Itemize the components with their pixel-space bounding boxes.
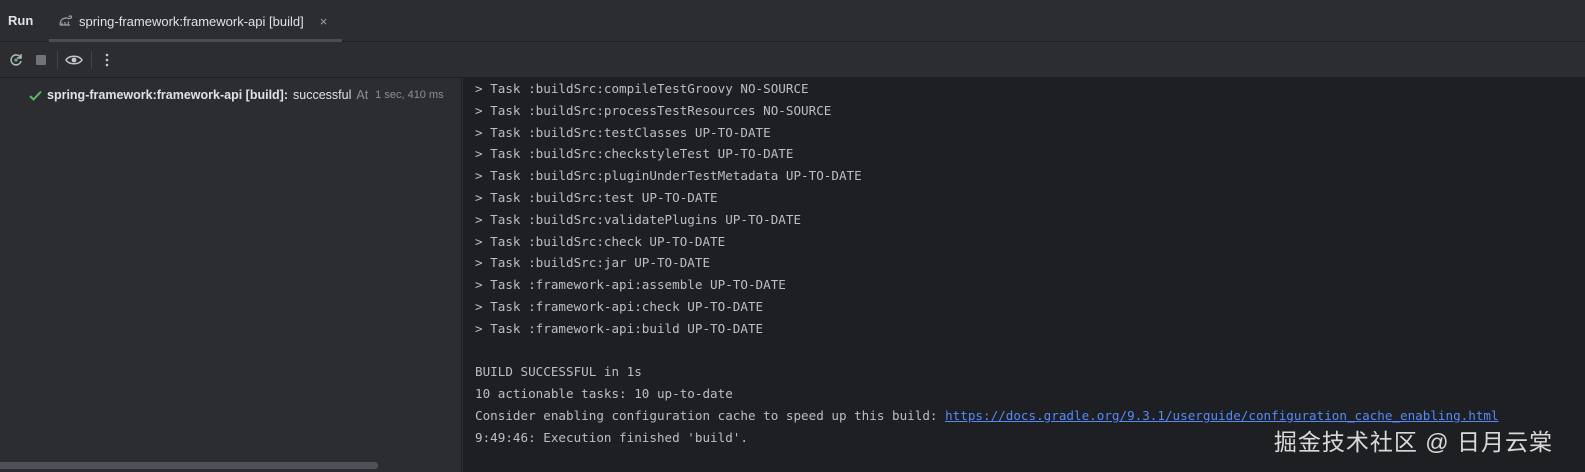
console-line: > Task :framework-api:check UP-TO-DATE xyxy=(475,298,764,314)
console-line: > Task :buildSrc:testClasses UP-TO-DATE xyxy=(475,124,771,140)
console-output[interactable]: > Task :buildSrc:compileTestGroovy NO-SO… xyxy=(463,78,1585,472)
horizontal-scrollbar[interactable] xyxy=(0,462,378,469)
gradle-icon xyxy=(59,14,73,28)
toolbar-separator xyxy=(91,51,92,69)
eye-icon[interactable] xyxy=(64,50,84,70)
tree-item-at: At xyxy=(356,88,369,102)
console-line: > Task :buildSrc:pluginUnderTestMetadata… xyxy=(475,168,862,184)
rerun-icon[interactable] xyxy=(6,50,26,70)
watermark: 掘金技术社区 @ 日月云棠 xyxy=(1273,429,1553,455)
run-toolbar xyxy=(0,42,1585,78)
run-title: Run xyxy=(8,13,34,28)
console-line: > Task :buildSrc:processTestResources NO… xyxy=(475,102,832,118)
console-line: > Task :buildSrc:check UP-TO-DATE xyxy=(475,233,726,249)
build-tree-panel: spring-framework:framework-api [build]: … xyxy=(0,78,462,472)
tree-item-duration: 1 sec, 410 ms xyxy=(375,89,444,101)
console-line: > Task :buildSrc:jar UP-TO-DATE xyxy=(475,255,711,271)
tree-item-status: successful xyxy=(293,88,352,102)
tab-build[interactable]: spring-framework:framework-api [build] × xyxy=(49,0,342,42)
more-vert-icon[interactable] xyxy=(97,50,117,70)
tree-item-build[interactable]: spring-framework:framework-api [build]: … xyxy=(29,86,444,104)
console-line: > Task :buildSrc:validatePlugins UP-TO-D… xyxy=(475,211,802,227)
console-line: > Task :buildSrc:checkstyleTest UP-TO-DA… xyxy=(475,146,794,162)
console-lines: > Task :buildSrc:compileTestGroovy NO-SO… xyxy=(475,78,1499,449)
stop-icon[interactable] xyxy=(31,50,51,70)
toolbar-separator xyxy=(57,51,58,69)
config-cache-text: Consider enabling configuration cache to… xyxy=(475,407,946,423)
console-line: 10 actionable tasks: 10 up-to-date xyxy=(475,386,733,402)
run-header: Run spring-framework:framework-api [buil… xyxy=(0,0,1585,42)
tab-label: spring-framework:framework-api [build] xyxy=(79,13,304,29)
console-line: > Task :buildSrc:test UP-TO-DATE xyxy=(475,189,718,205)
console-line: > Task :buildSrc:compileTestGroovy NO-SO… xyxy=(475,81,809,96)
config-cache-link[interactable]: https://docs.gradle.org/9.3.1/userguide/… xyxy=(945,408,1499,423)
console-line: > Task :framework-api:build UP-TO-DATE xyxy=(475,320,764,336)
console-line: > Task :framework-api:assemble UP-TO-DAT… xyxy=(475,277,786,293)
tree-item-task: spring-framework:framework-api [build]: xyxy=(47,88,288,102)
close-icon[interactable]: × xyxy=(320,14,328,29)
checkmark-icon xyxy=(29,90,42,101)
run-tool-window: Run spring-framework:framework-api [buil… xyxy=(0,0,1585,472)
console-line: BUILD SUCCESSFUL in 1s xyxy=(475,364,642,380)
